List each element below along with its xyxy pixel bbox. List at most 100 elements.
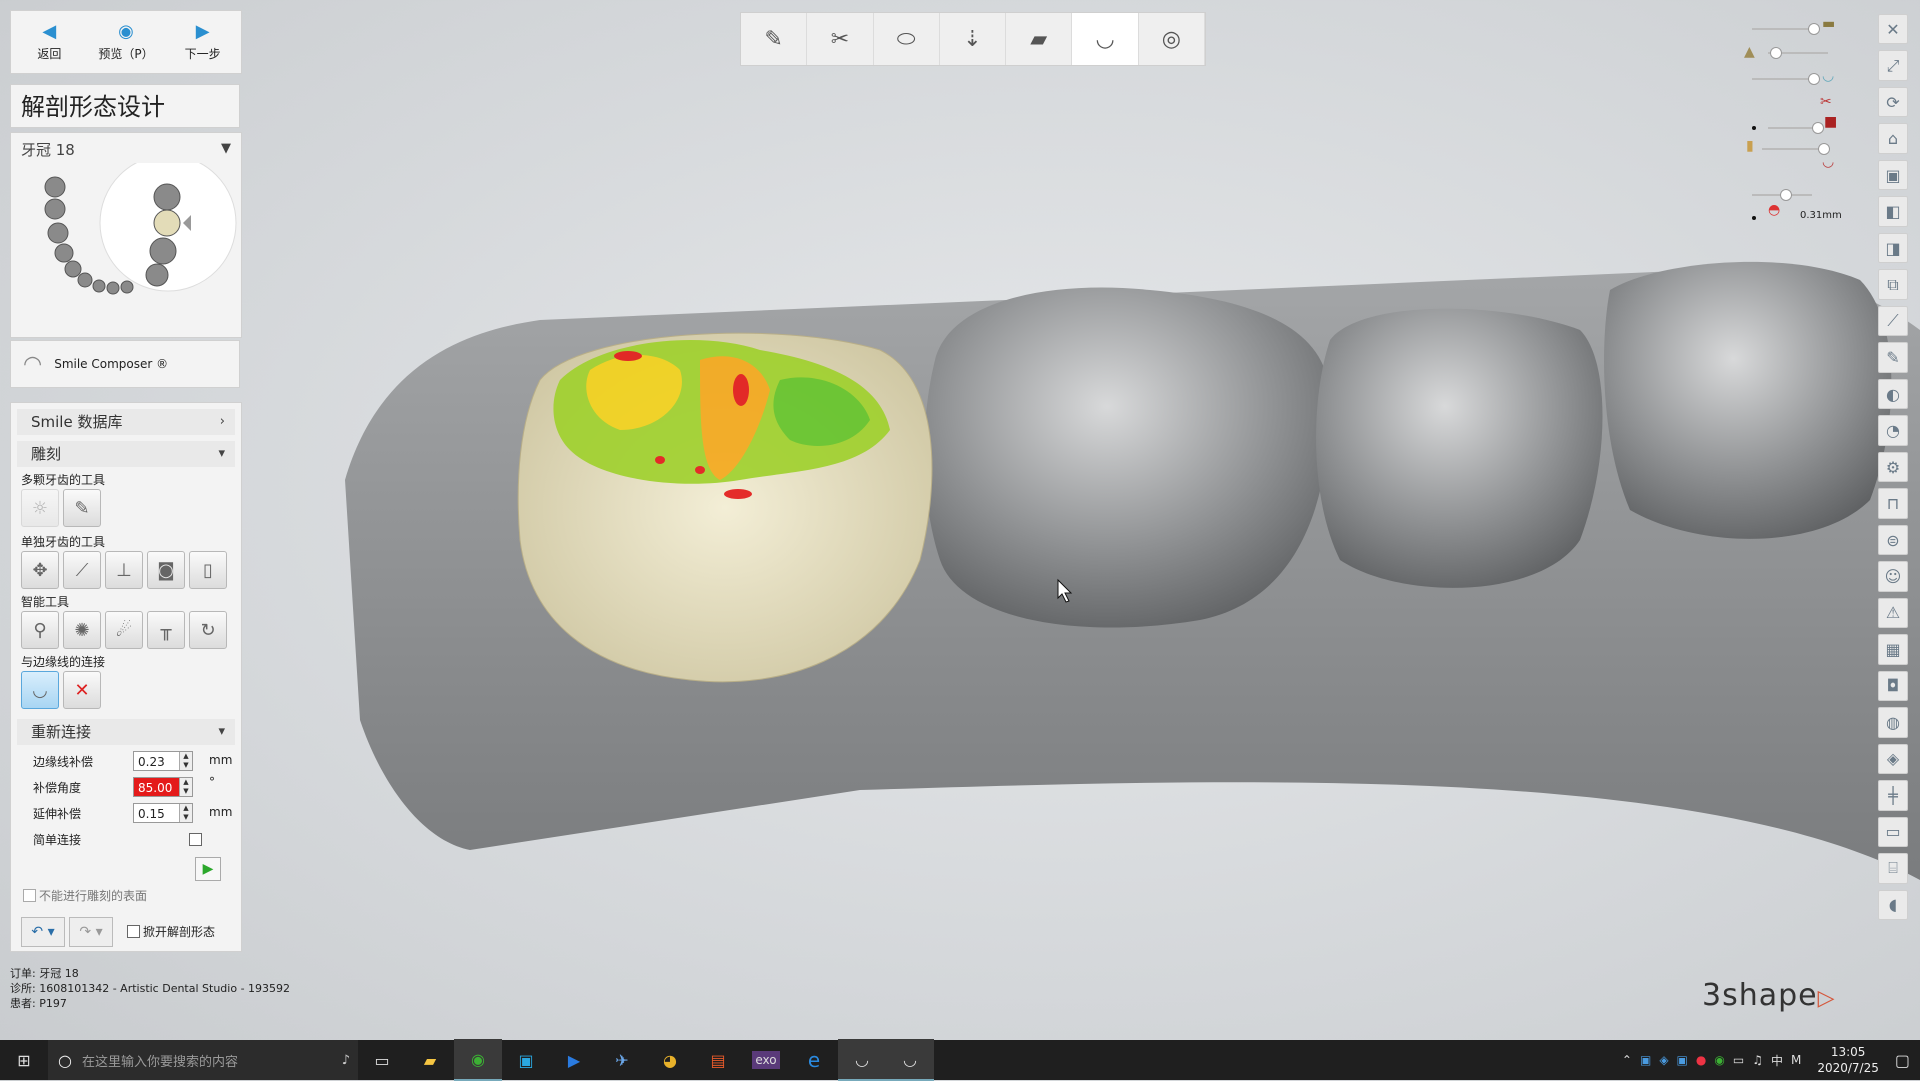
- start-button[interactable]: ⊞: [0, 1040, 48, 1080]
- abutment-icon: ⊜: [1886, 530, 1900, 550]
- view-top-button[interactable]: ⌂: [1878, 123, 1908, 154]
- section-icon: ◔: [1886, 421, 1900, 441]
- tooth-icon: ◡: [855, 1049, 869, 1069]
- workflow-toolbar: ✎ ✂ ⬭ ⇣ ▰ ◡ ◎: [740, 12, 1206, 66]
- shading-button[interactable]: ◈: [1878, 743, 1908, 775]
- 3d-viewport[interactable]: [0, 0, 1920, 1040]
- slider-knob[interactable]: [1770, 47, 1782, 59]
- face-button[interactable]: ☺: [1878, 561, 1908, 592]
- app-button-4[interactable]: ▤: [694, 1040, 742, 1080]
- view-left-button[interactable]: ◧: [1878, 196, 1908, 227]
- edge-button[interactable]: e: [790, 1040, 838, 1080]
- cube-left-icon: ◧: [1885, 202, 1901, 222]
- face-icon: ☺: [1884, 567, 1902, 586]
- bird-icon: ✈: [615, 1050, 629, 1070]
- step-insertion[interactable]: ⇣: [940, 13, 1007, 65]
- app-button-3[interactable]: ✈: [598, 1040, 646, 1080]
- chrome-button[interactable]: ◕: [646, 1040, 694, 1080]
- slider-model[interactable]: [1768, 122, 1824, 134]
- slider-implant[interactable]: [1762, 143, 1830, 155]
- app-button-2[interactable]: ▶: [550, 1040, 598, 1080]
- step-cement[interactable]: ▰: [1006, 13, 1073, 65]
- tooth-16: [1316, 308, 1603, 588]
- task-view-button[interactable]: ▭: [358, 1040, 406, 1080]
- slider-knob[interactable]: [1812, 122, 1824, 134]
- slider-knob[interactable]: [1808, 73, 1820, 85]
- tray-app-icon[interactable]: ▣: [1677, 1053, 1688, 1067]
- clock[interactable]: 13:05 2020/7/25: [1809, 1044, 1887, 1076]
- fullscreen-icon: ⤢: [1886, 55, 1900, 75]
- slider-antagonist[interactable]: [1752, 23, 1820, 35]
- align-button[interactable]: ╪: [1878, 780, 1908, 811]
- step-finish[interactable]: ◎: [1139, 13, 1205, 65]
- scan-button[interactable]: ⌸: [1878, 853, 1908, 884]
- ime-indicator[interactable]: 中: [1771, 1052, 1783, 1069]
- chevron-up-icon[interactable]: ⌃: [1622, 1053, 1632, 1067]
- clip-icon: ⊓: [1886, 494, 1900, 514]
- fullscreen-button[interactable]: ⤢: [1878, 50, 1908, 81]
- view-front-button[interactable]: ▣: [1878, 159, 1908, 191]
- clock-time: 13:05: [1830, 1045, 1866, 1059]
- step-trim[interactable]: ✂: [807, 13, 874, 65]
- globe-button[interactable]: ◍: [1878, 707, 1908, 738]
- volume-icon[interactable]: ♫: [1752, 1053, 1763, 1067]
- windows-icon: ⊞: [17, 1050, 31, 1070]
- slider-knob[interactable]: [1780, 189, 1792, 201]
- screenshot-button[interactable]: ▦: [1878, 634, 1908, 665]
- drop-button[interactable]: ◖: [1878, 889, 1908, 921]
- tooth-icon: ◡: [1095, 26, 1115, 52]
- annotate-button[interactable]: ✎: [1878, 342, 1908, 373]
- step-die[interactable]: ⬭: [874, 13, 940, 65]
- step-margin[interactable]: ✎: [741, 13, 808, 65]
- dental-system-button[interactable]: ◡: [886, 1039, 934, 1081]
- clip-button[interactable]: ⊓: [1878, 488, 1908, 519]
- wechat-icon[interactable]: ◉: [1714, 1053, 1724, 1067]
- file-explorer-button[interactable]: ▰: [406, 1040, 454, 1080]
- cloud-icon: ▣: [518, 1050, 534, 1070]
- abutment-button[interactable]: ⊜: [1878, 524, 1908, 556]
- exocad-button[interactable]: exo: [742, 1040, 790, 1080]
- cortana-icon: ○: [58, 1050, 72, 1070]
- camera-icon: ◘: [1886, 676, 1900, 696]
- thickness-map-icon: ◓: [1768, 202, 1781, 218]
- slider-crown[interactable]: [1752, 73, 1820, 85]
- slider-distance[interactable]: [1752, 189, 1812, 201]
- texture-button[interactable]: ◐: [1878, 378, 1908, 410]
- scissors-icon: ✂: [830, 26, 850, 52]
- flat-view-button[interactable]: ▭: [1878, 816, 1908, 848]
- articulator-button[interactable]: ⚙: [1878, 451, 1908, 483]
- slider-knob[interactable]: [1808, 23, 1820, 35]
- measure-button[interactable]: ⟋: [1878, 305, 1908, 337]
- shield-icon[interactable]: ◈: [1659, 1053, 1668, 1067]
- drop-icon: ◖: [1888, 895, 1898, 915]
- slider-preparation[interactable]: [1768, 47, 1828, 59]
- pen-icon: ✎: [1886, 348, 1900, 368]
- warning-button[interactable]: ⚠: [1878, 597, 1908, 629]
- notification-icon[interactable]: ▢: [1895, 1051, 1920, 1070]
- cross-section-button[interactable]: ◔: [1878, 415, 1908, 446]
- view-back-button[interactable]: ⧉: [1878, 269, 1908, 300]
- close-button[interactable]: ✕: [1878, 14, 1908, 45]
- clock-date: 2020/7/25: [1817, 1061, 1879, 1075]
- texture-icon: ◐: [1886, 384, 1900, 404]
- dental-designer-button[interactable]: ◡: [838, 1039, 886, 1081]
- preparation-icon: ▲: [1744, 44, 1755, 60]
- step-anatomy[interactable]: ◡: [1072, 13, 1139, 65]
- folder-icon: ▰: [423, 1050, 437, 1070]
- camera-button[interactable]: ◘: [1878, 670, 1908, 702]
- tray-app-icon[interactable]: ●: [1696, 1053, 1706, 1067]
- flat-icon: ▭: [1885, 822, 1901, 842]
- tray-app-icon[interactable]: ▣: [1640, 1053, 1651, 1067]
- edge-icon: e: [807, 1048, 821, 1072]
- app-button-1[interactable]: ▣: [502, 1040, 550, 1080]
- align-icon: ╪: [1888, 785, 1898, 805]
- network-icon[interactable]: ▭: [1733, 1053, 1744, 1067]
- ime-mode-indicator[interactable]: M: [1791, 1053, 1801, 1067]
- taskbar-search[interactable]: ○ 在这里输入你要搜索的内容 ♪: [48, 1040, 358, 1080]
- view-right-button[interactable]: ◨: [1878, 232, 1908, 264]
- wechat-button[interactable]: ◉: [454, 1039, 502, 1081]
- view-rotate-button[interactable]: ⟳: [1878, 86, 1908, 118]
- 3shape-logo: 3shape▷: [1702, 978, 1836, 1013]
- thickness-readout: 0.31mm: [1800, 210, 1842, 221]
- chrome-icon: ◕: [663, 1050, 677, 1070]
